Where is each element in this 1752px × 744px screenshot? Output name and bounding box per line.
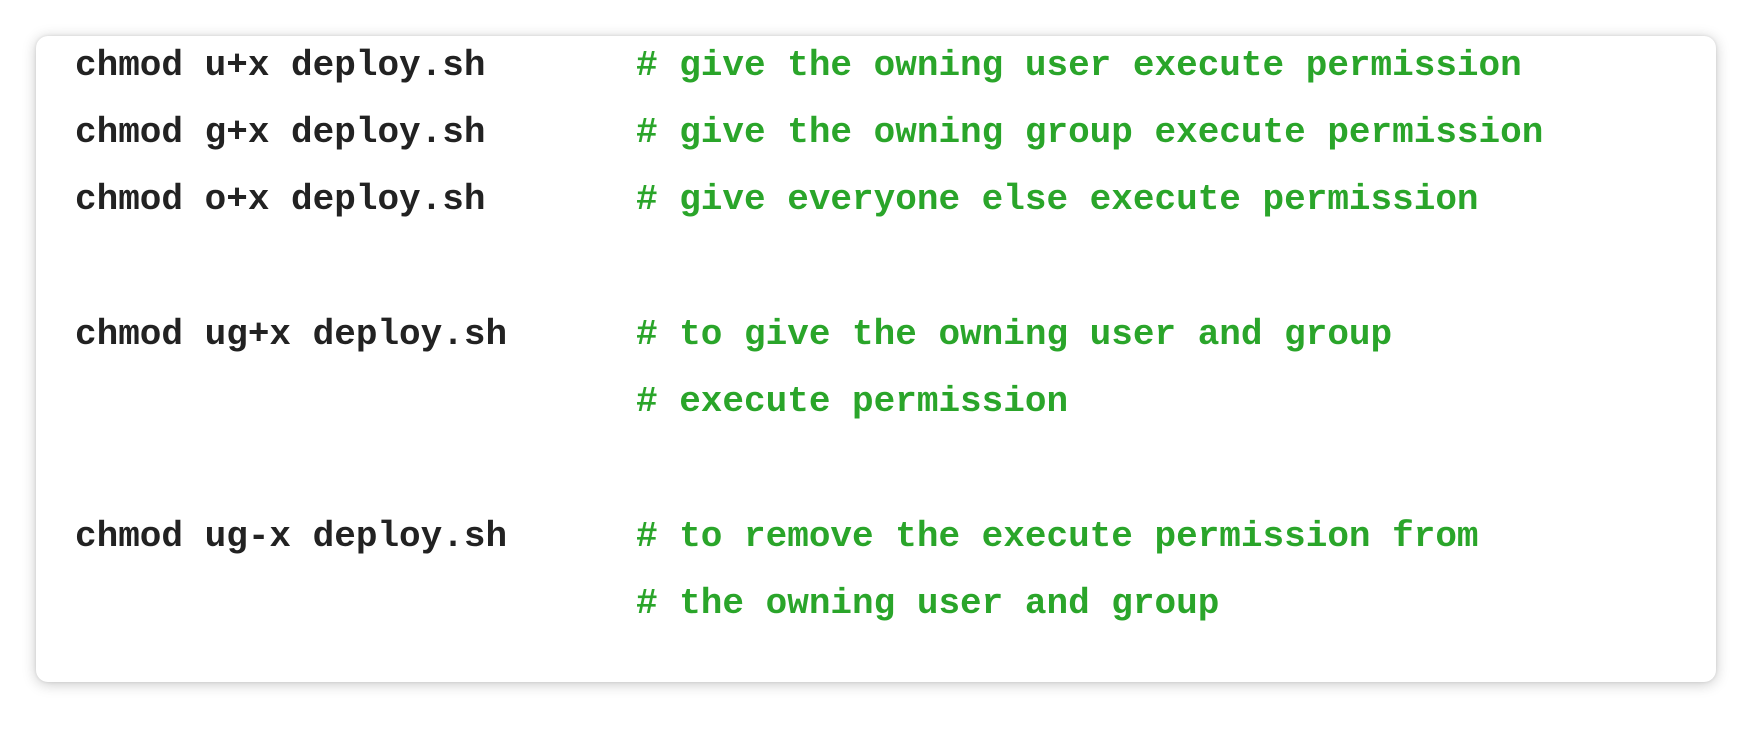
code-line: chmod ug+x deploy.sh # to give the ownin… [36, 315, 1716, 355]
code-line: chmod ug-x deploy.sh # to remove the exe… [36, 517, 1716, 557]
code-line: chmod u+x deploy.sh # give the owning us… [36, 46, 1716, 86]
code-line: # the owning user and group [36, 584, 1716, 624]
command-text: chmod ug+x deploy.sh [75, 314, 508, 355]
comment-text: # give the owning group execute permissi… [636, 112, 1544, 153]
command-text: chmod g+x deploy.sh [75, 112, 486, 153]
code-line: chmod o+x deploy.sh # give everyone else… [36, 180, 1716, 220]
comment-text: # to give the owning user and group [636, 314, 1393, 355]
code-line: chmod g+x deploy.sh # give the owning gr… [36, 113, 1716, 153]
comment-text: # to remove the execute permission from [636, 516, 1479, 557]
command-text: chmod ug-x deploy.sh [75, 516, 508, 557]
comment-text: # execute permission [636, 381, 1069, 422]
comment-text: # give everyone else execute permission [636, 179, 1479, 220]
code-line: # execute permission [36, 382, 1716, 422]
code-block: chmod u+x deploy.sh # give the owning us… [36, 36, 1716, 682]
comment-text: # give the owning user execute permissio… [636, 45, 1522, 86]
command-text: chmod u+x deploy.sh [75, 45, 486, 86]
comment-text: # the owning user and group [636, 583, 1220, 624]
command-text: chmod o+x deploy.sh [75, 179, 486, 220]
